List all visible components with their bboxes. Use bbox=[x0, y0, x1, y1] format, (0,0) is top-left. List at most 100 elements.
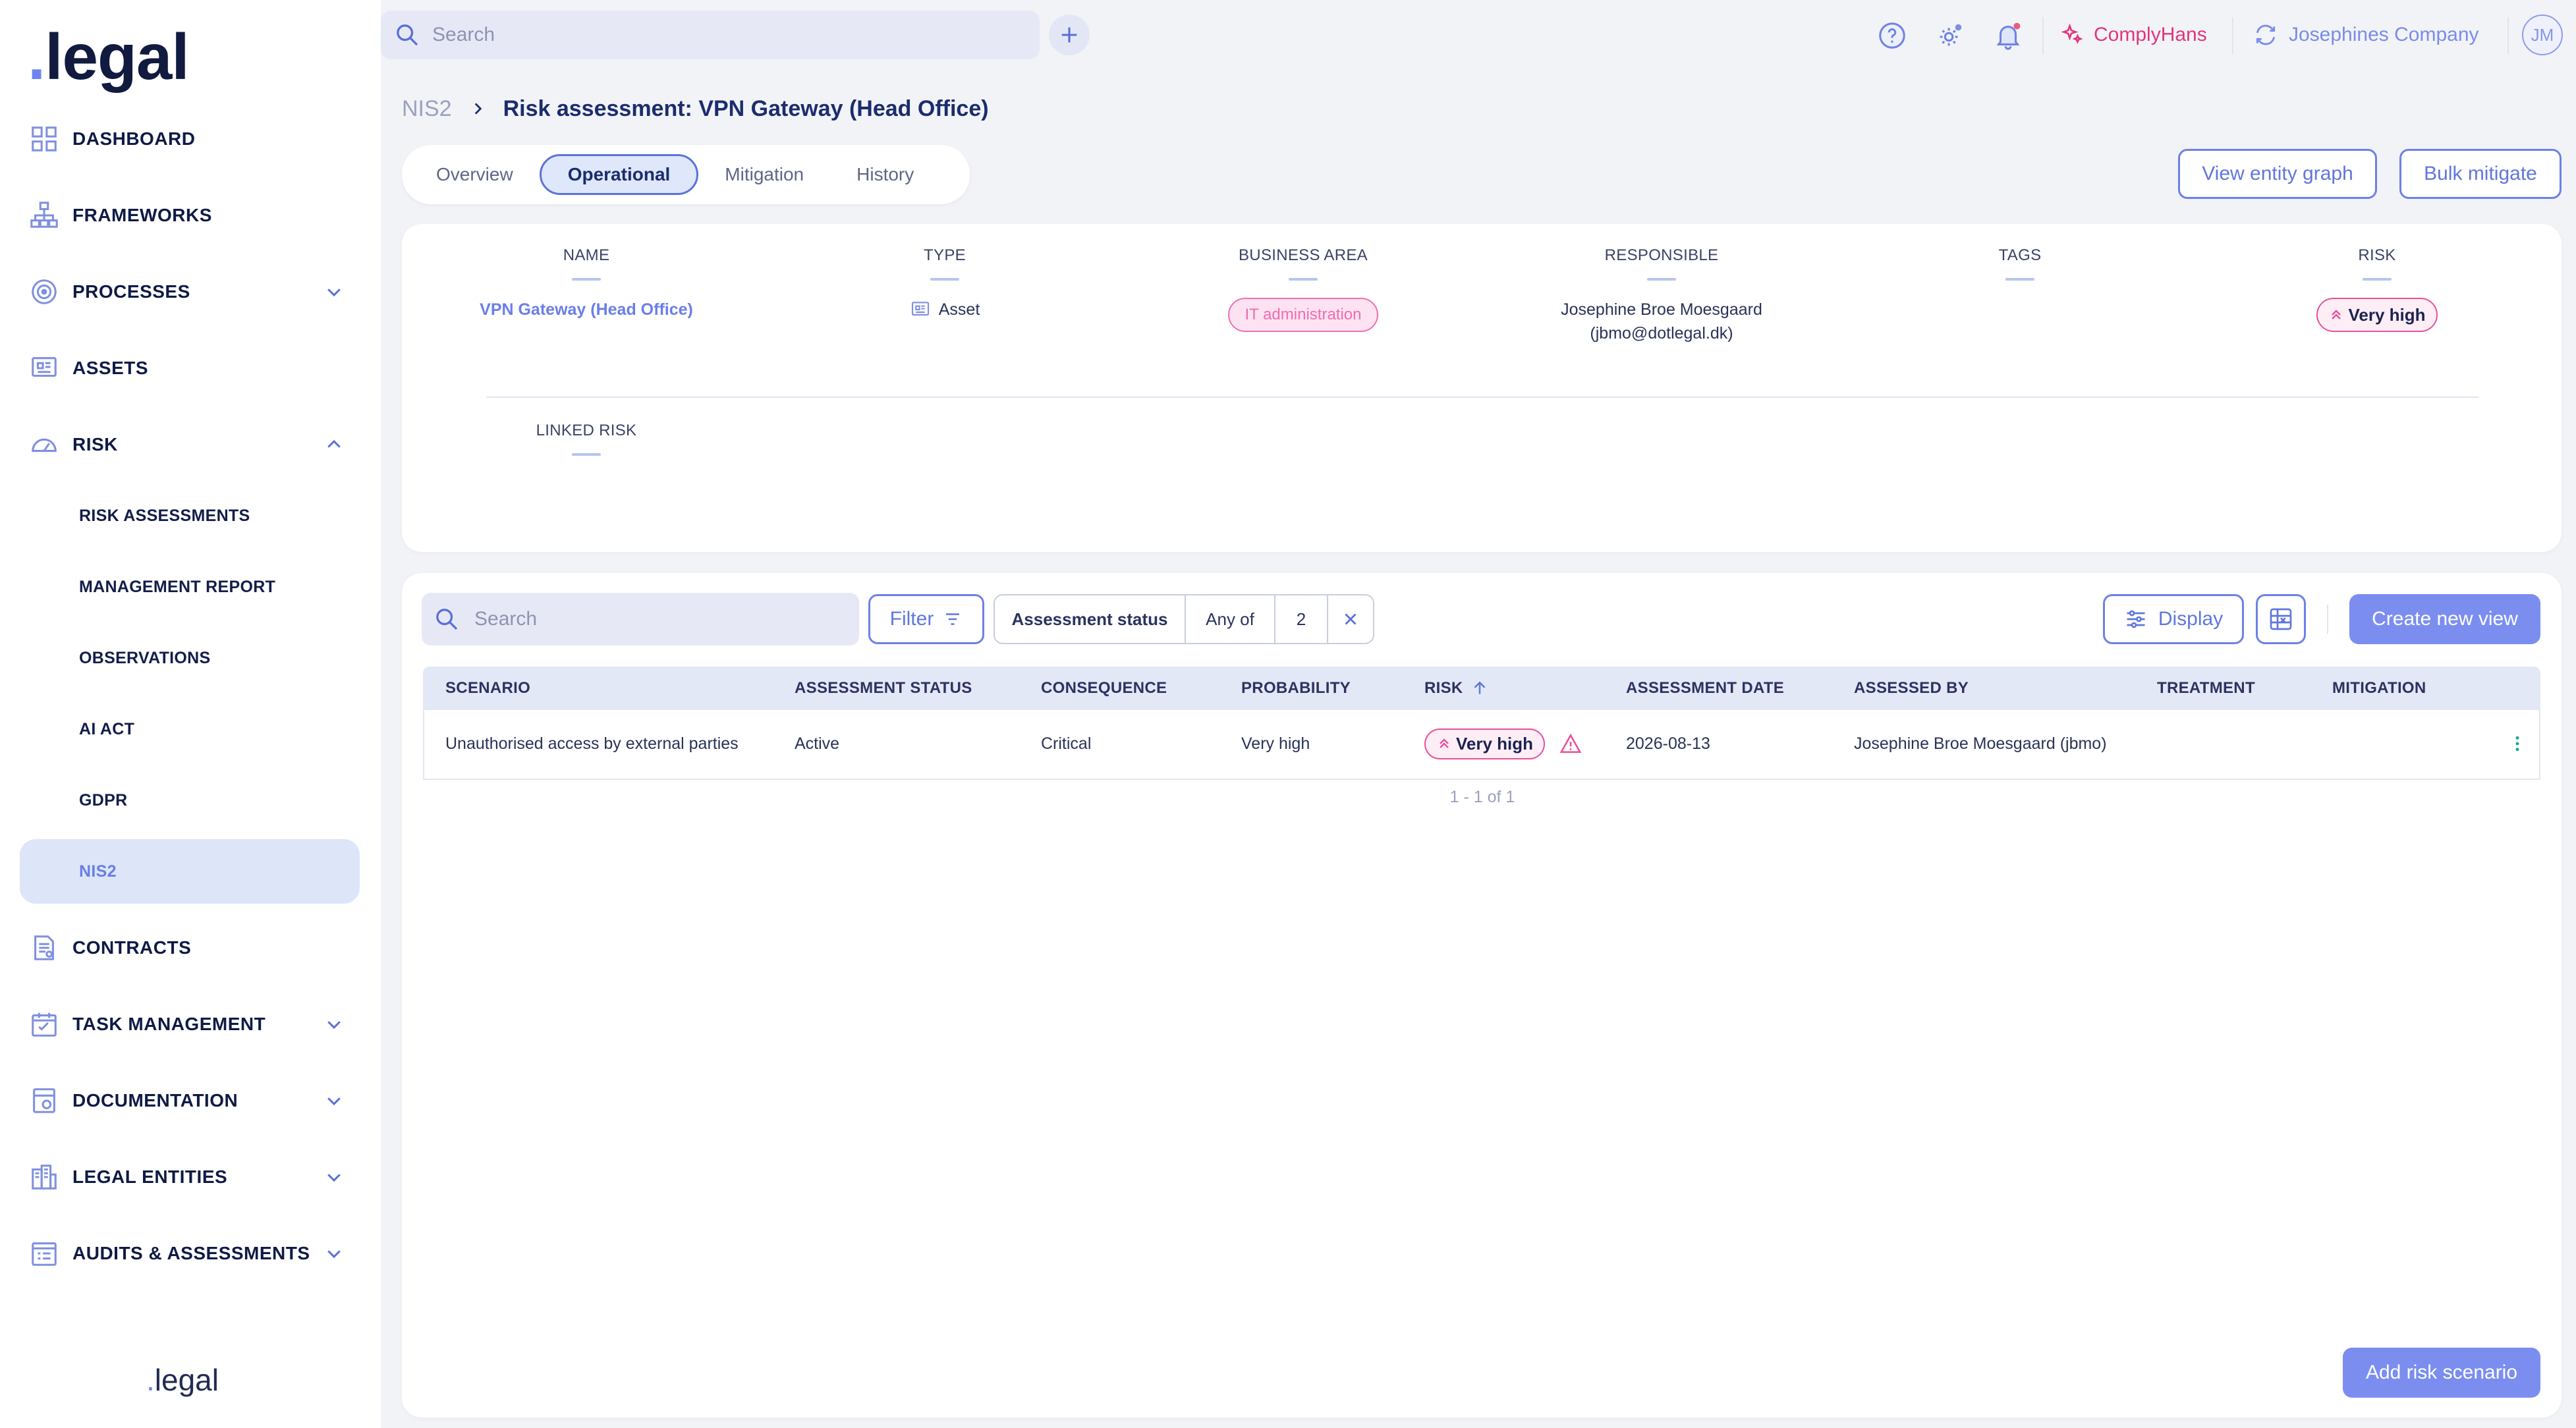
info-linked-risk: LINKED RISK bbox=[402, 422, 771, 456]
chevron-down-icon[interactable] bbox=[324, 1167, 344, 1187]
sidebar-subitem-risk-assessments[interactable]: RISK ASSESSMENTS bbox=[20, 483, 360, 548]
sidebar-item-audits[interactable]: AUDITS & ASSESSMENTS bbox=[20, 1224, 360, 1283]
double-chevron-up-icon bbox=[1440, 738, 1449, 748]
filter-operator[interactable]: Any of bbox=[1186, 595, 1275, 643]
info-label: RESPONSIBLE bbox=[1604, 246, 1719, 264]
tab-overview[interactable]: Overview bbox=[410, 154, 540, 195]
display-button[interactable]: Display bbox=[2103, 594, 2244, 644]
chevron-down-icon[interactable] bbox=[324, 1244, 344, 1263]
quick-add-button[interactable] bbox=[1049, 14, 1090, 55]
info-tags: TAGS bbox=[1835, 246, 2204, 281]
table-search-input[interactable] bbox=[474, 608, 843, 630]
view-entity-graph-button[interactable]: View entity graph bbox=[2178, 149, 2377, 199]
breadcrumb-root[interactable]: NIS2 bbox=[402, 96, 452, 122]
plus-icon bbox=[1061, 27, 1077, 43]
column-header-probability[interactable]: PROBABILITY bbox=[1241, 667, 1351, 710]
probability-text: Very high bbox=[1241, 734, 1310, 753]
footer-logo: .legal bbox=[146, 1362, 219, 1398]
settings-button[interactable] bbox=[1933, 18, 1967, 53]
sidebar-item-label: RISK bbox=[72, 434, 118, 454]
active-filter-chip: Assessment status Any of 2 bbox=[994, 594, 1374, 644]
sidebar-item-task-management[interactable]: TASK MANAGEMENT bbox=[20, 995, 360, 1054]
complyhans-label: ComplyHans bbox=[2094, 24, 2207, 45]
add-risk-scenario-button[interactable]: Add risk scenario bbox=[2343, 1348, 2540, 1398]
company-switcher[interactable]: Josephines Company bbox=[2253, 18, 2479, 51]
global-search[interactable] bbox=[381, 11, 1040, 59]
info-divider bbox=[486, 397, 2478, 398]
sidebar-subitem-label: OBSERVATIONS bbox=[79, 648, 211, 667]
column-label: RISK bbox=[1424, 679, 1463, 697]
column-header-treatment[interactable]: TREATMENT bbox=[2157, 667, 2255, 710]
sliders-icon bbox=[2127, 610, 2145, 628]
sidebar-item-documentation[interactable]: DOCUMENTATION bbox=[20, 1071, 360, 1130]
sidebar-item-processes[interactable]: PROCESSES bbox=[20, 262, 360, 321]
avatar-initials: JM bbox=[2531, 24, 2554, 45]
filter-count-label: 2 bbox=[1296, 609, 1306, 629]
divider bbox=[2507, 17, 2509, 54]
sidebar-subitem-ai-act[interactable]: AI ACT bbox=[20, 697, 360, 761]
complyhans-button[interactable]: ComplyHans bbox=[2061, 18, 2207, 51]
processes-icon bbox=[32, 279, 57, 304]
chevron-down-icon[interactable] bbox=[324, 1014, 344, 1034]
sidebar-subitem-gdpr[interactable]: GDPR bbox=[20, 768, 360, 833]
column-header-mitigation[interactable]: MITIGATION bbox=[2332, 667, 2426, 710]
column-header-risk[interactable]: RISK bbox=[1424, 667, 1490, 710]
export-excel-button[interactable] bbox=[2256, 594, 2306, 644]
column-header-scenario[interactable]: SCENARIO bbox=[445, 667, 530, 710]
sidebar-item-risk[interactable]: RISK bbox=[20, 415, 360, 474]
documentation-icon bbox=[33, 1088, 55, 1113]
column-header-consequence[interactable]: CONSEQUENCE bbox=[1041, 667, 1167, 710]
clear-filter-button[interactable] bbox=[1328, 595, 1373, 643]
column-header-assessment-status[interactable]: ASSESSMENT STATUS bbox=[795, 667, 972, 710]
tab-label: Mitigation bbox=[725, 164, 804, 184]
sparkle-icon bbox=[2061, 23, 2083, 44]
search-icon bbox=[397, 24, 418, 46]
sidebar-item-assets[interactable]: ASSETS bbox=[20, 339, 360, 398]
divider bbox=[2042, 17, 2044, 54]
risk-gauge-icon bbox=[32, 438, 57, 453]
cell-assessed-by: Josephine Broe Moesgaard (jbmo) bbox=[1854, 710, 2107, 777]
help-button[interactable] bbox=[1875, 18, 1909, 53]
column-header-assessment-date[interactable]: ASSESSMENT DATE bbox=[1626, 667, 1784, 710]
avatar[interactable]: JM bbox=[2522, 14, 2563, 55]
row-menu-button[interactable] bbox=[2507, 710, 2527, 777]
filter-field-label: Assessment status bbox=[1011, 609, 1168, 629]
global-search-input[interactable] bbox=[432, 24, 1012, 46]
label-underline bbox=[572, 453, 601, 456]
sidebar-subitem-nis2[interactable]: NIS2 bbox=[20, 839, 360, 904]
create-new-view-button[interactable]: Create new view bbox=[2349, 594, 2540, 644]
sidebar-subitem-observations[interactable]: OBSERVATIONS bbox=[20, 626, 360, 690]
sidebar-item-contracts[interactable]: CONTRACTS bbox=[20, 918, 360, 977]
business-area-tag: IT administration bbox=[1227, 298, 1379, 332]
filter-operator-label: Any of bbox=[1206, 609, 1254, 629]
asset-name-link[interactable]: VPN Gateway (Head Office) bbox=[480, 300, 693, 319]
table-search[interactable] bbox=[422, 593, 859, 645]
chevron-down-icon[interactable] bbox=[324, 1091, 344, 1111]
filter-value-count[interactable]: 2 bbox=[1275, 595, 1328, 643]
column-header-assessed-by[interactable]: ASSESSED BY bbox=[1854, 667, 1969, 710]
bulk-mitigate-button[interactable]: Bulk mitigate bbox=[2399, 149, 2562, 199]
status-text: Active bbox=[795, 734, 840, 753]
sidebar-item-frameworks[interactable]: FRAMEWORKS bbox=[20, 186, 360, 245]
breadcrumb: NIS2 Risk assessment: VPN Gateway (Head … bbox=[402, 91, 989, 126]
sidebar-item-label: PROCESSES bbox=[72, 281, 190, 302]
chevron-down-icon[interactable] bbox=[324, 282, 344, 302]
table-row[interactable]: Unauthorised access by external parties … bbox=[423, 710, 2540, 780]
company-label: Josephines Company bbox=[2289, 24, 2479, 45]
sidebar-item-label: ASSETS bbox=[72, 358, 149, 378]
tab-operational[interactable]: Operational bbox=[539, 154, 699, 195]
filter-button[interactable]: Filter bbox=[868, 594, 984, 644]
tab-mitigation[interactable]: Mitigation bbox=[698, 154, 830, 195]
filter-field[interactable]: Assessment status bbox=[995, 595, 1186, 643]
chevron-up-icon[interactable] bbox=[324, 435, 344, 454]
sidebar-item-dashboard[interactable]: DASHBOARD bbox=[20, 109, 360, 169]
column-label: ASSESSMENT DATE bbox=[1626, 679, 1785, 697]
sidebar-subitem-label: RISK ASSESSMENTS bbox=[79, 506, 250, 525]
notifications-button[interactable] bbox=[1991, 18, 2025, 53]
sidebar-item-legal-entities[interactable]: LEGAL ENTITIES bbox=[20, 1147, 360, 1207]
brand-logo[interactable]: . legal bbox=[28, 20, 190, 93]
tab-history[interactable]: History bbox=[830, 154, 940, 195]
date-text: 2026-08-13 bbox=[1626, 734, 1710, 753]
sidebar-subitem-management-report[interactable]: MANAGEMENT REPORT bbox=[20, 555, 360, 619]
info-business-area: BUSINESS AREA IT administration bbox=[1119, 246, 1488, 332]
